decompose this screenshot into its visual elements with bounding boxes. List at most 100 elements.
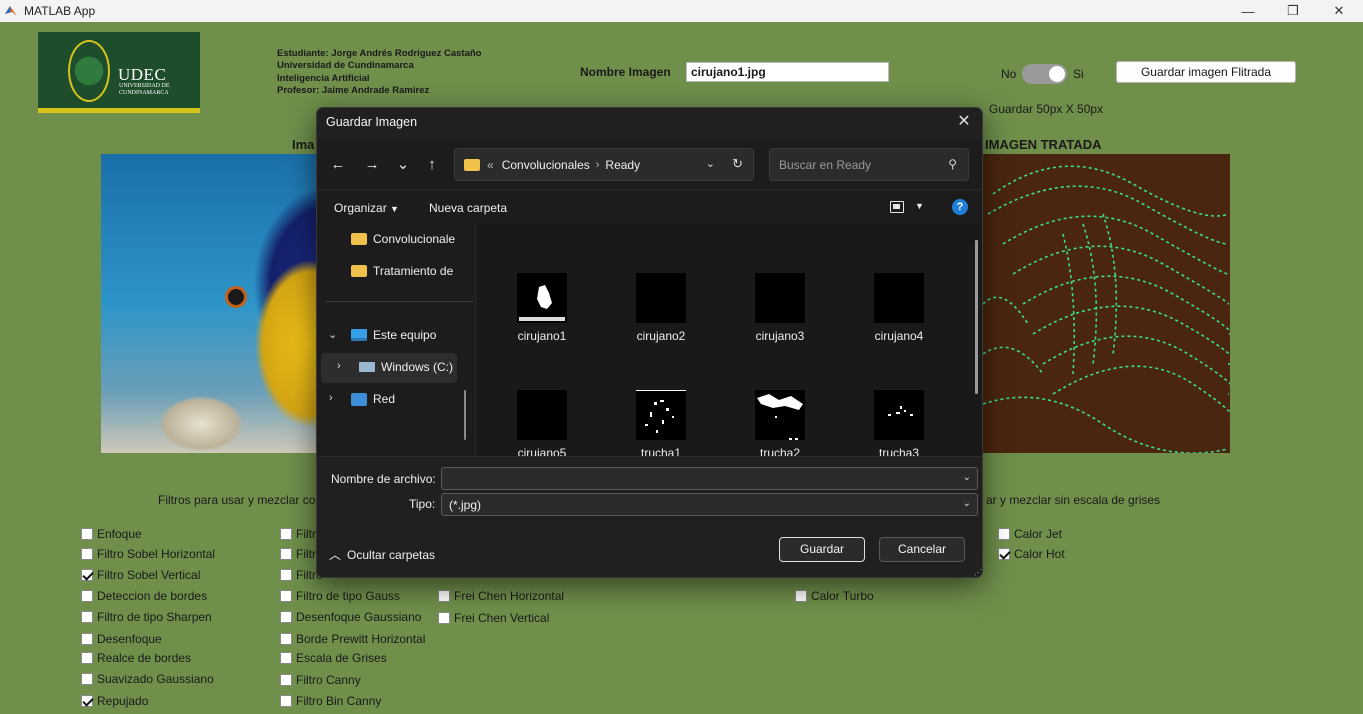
view-options-chevron-icon[interactable]: ▼	[915, 201, 924, 211]
breadcrumb-overflow[interactable]: «	[487, 158, 494, 172]
file-list-scrollbar[interactable]	[975, 240, 978, 394]
back-arrow-icon[interactable]: ←	[327, 155, 349, 175]
checkbox-box[interactable]	[81, 569, 93, 581]
filter-checkbox[interactable]: Filtr	[280, 527, 316, 541]
checkbox-box[interactable]	[81, 633, 93, 645]
file-item[interactable]: cirujano2	[613, 273, 709, 343]
organize-menu[interactable]: Organizar ▼	[334, 201, 399, 215]
checkbox-box[interactable]	[280, 611, 292, 623]
checkbox-box[interactable]	[280, 590, 292, 602]
save-button[interactable]: Guardar	[779, 537, 865, 562]
help-icon[interactable]: ?	[952, 199, 968, 215]
filter-label: Filtro de tipo Gauss	[296, 589, 401, 603]
checkbox-box[interactable]	[280, 548, 292, 560]
breadcrumb-parent[interactable]: Convolucionales	[502, 158, 590, 172]
file-item[interactable]: cirujano1	[494, 273, 590, 343]
checkbox-box[interactable]	[81, 673, 93, 685]
filter-checkbox[interactable]: Repujado	[81, 694, 148, 708]
edge-pattern	[983, 165, 1230, 453]
filter-checkbox[interactable]: Filtro de tipo Sharpen	[81, 610, 212, 624]
search-input[interactable]: Buscar en Ready ⚲	[769, 148, 969, 181]
close-window-button[interactable]: ✕	[1316, 0, 1362, 22]
maximize-button[interactable]: ❐	[1270, 0, 1316, 22]
nav-item-convolucionales[interactable]: Convolucionale	[351, 232, 471, 246]
checkbox-box[interactable]	[81, 695, 93, 707]
nav-item-tratamiento[interactable]: Tratamiento de	[351, 264, 471, 278]
filter-checkbox[interactable]: Filtro Sobel Vertical	[81, 568, 200, 582]
breadcrumb-separator: ›	[595, 158, 600, 171]
checkbox-box[interactable]	[280, 695, 292, 707]
nav-item-este-equipo[interactable]: Este equipo	[351, 328, 471, 342]
filter-checkbox[interactable]: Calor Jet	[998, 527, 1062, 541]
filter-checkbox[interactable]: Desenfoque Gaussiano	[280, 610, 421, 624]
chevron-down-icon[interactable]: ⌄	[963, 472, 971, 483]
checkbox-box[interactable]	[81, 548, 93, 560]
resize-grip-icon[interactable]: ⋰	[974, 569, 982, 577]
checkbox-box[interactable]	[280, 633, 292, 645]
checkbox-box[interactable]	[280, 674, 292, 686]
checkbox-box[interactable]	[81, 652, 93, 664]
checkbox-box[interactable]	[438, 590, 450, 602]
checkbox-box[interactable]	[998, 548, 1010, 560]
expand-chevron-icon[interactable]: ›	[337, 360, 341, 372]
new-folder-button[interactable]: Nueva carpeta	[429, 201, 507, 215]
nav-item-windows-c[interactable]: Windows (C:)	[359, 360, 471, 374]
file-item[interactable]: trucha1	[613, 390, 709, 460]
file-type-select[interactable]: (*.jpg) ⌄	[441, 493, 978, 516]
filter-checkbox[interactable]: Frei Chen Horizontal	[438, 589, 564, 603]
filter-checkbox[interactable]: Borde Prewitt Horizontal	[280, 632, 425, 646]
file-item[interactable]: cirujano4	[851, 273, 947, 343]
checkbox-box[interactable]	[81, 590, 93, 602]
filter-checkbox[interactable]: Filtro Sobel Horizontal	[81, 547, 215, 561]
filter-checkbox[interactable]: Suavizado Gaussiano	[81, 672, 214, 686]
save-size-toggle[interactable]	[1022, 64, 1067, 84]
file-item[interactable]: trucha3	[851, 390, 947, 460]
toggle-on-label: Si	[1073, 67, 1084, 81]
checkbox-box[interactable]	[81, 611, 93, 623]
address-dropdown-chevron-icon[interactable]: ⌄	[706, 157, 715, 170]
expand-chevron-icon[interactable]: ⌄	[328, 328, 337, 341]
filter-checkbox[interactable]: Filtr	[280, 547, 316, 561]
image-name-input[interactable]: cirujano1.jpg	[686, 62, 889, 82]
filter-checkbox[interactable]: Calor Hot	[998, 547, 1065, 561]
hide-folders-toggle[interactable]: ︿ Ocultar carpetas	[329, 546, 435, 563]
checkbox-box[interactable]	[280, 569, 292, 581]
nav-scrollbar[interactable]	[464, 390, 466, 440]
file-item[interactable]: trucha2	[732, 390, 828, 460]
file-item[interactable]: cirujano5	[494, 390, 590, 460]
expand-chevron-icon[interactable]: ›	[329, 392, 333, 404]
filter-checkbox[interactable]: Filtro de tipo Gauss	[280, 589, 400, 603]
filename-input[interactable]: ⌄	[441, 467, 978, 490]
filter-label: Filtr	[296, 527, 316, 541]
checkbox-box[interactable]	[795, 590, 807, 602]
close-icon[interactable]: ✕	[954, 112, 974, 132]
recent-locations-chevron-icon[interactable]: ⌄	[392, 155, 414, 175]
cancel-button[interactable]: Cancelar	[879, 537, 965, 562]
checkbox-box[interactable]	[280, 528, 292, 540]
minimize-button[interactable]: —	[1225, 0, 1271, 22]
checkbox-box[interactable]	[81, 528, 93, 540]
address-bar[interactable]: « Convolucionales › Ready ⌄ ↻	[454, 148, 754, 181]
nav-item-red[interactable]: Red	[351, 392, 471, 406]
checkbox-box[interactable]	[998, 528, 1010, 540]
checkbox-box[interactable]	[280, 652, 292, 664]
breadcrumb-current[interactable]: Ready	[605, 158, 640, 172]
up-arrow-icon[interactable]: ↑	[421, 155, 443, 175]
filter-checkbox[interactable]: Filtro Bin Canny	[280, 694, 381, 708]
file-item[interactable]: cirujano3	[732, 273, 828, 343]
view-mode-icon[interactable]	[890, 201, 904, 213]
forward-arrow-icon[interactable]: →	[361, 155, 383, 175]
file-thumbnail	[517, 390, 567, 440]
filter-checkbox[interactable]: Deteccion de bordes	[81, 589, 207, 603]
filter-checkbox[interactable]: Enfoque	[81, 527, 142, 541]
save-filtered-image-button[interactable]: Guardar imagen Flitrada	[1116, 61, 1296, 83]
filter-checkbox[interactable]: Desenfoque	[81, 632, 162, 646]
checkbox-box[interactable]	[438, 612, 450, 624]
dialog-toolbar: Organizar ▼ Nueva carpeta ▼	[317, 189, 982, 224]
filter-checkbox[interactable]: Filtro Canny	[280, 673, 361, 687]
filter-checkbox[interactable]: Frei Chen Vertical	[438, 611, 549, 625]
filter-checkbox[interactable]: Realce de bordes	[81, 651, 191, 665]
refresh-icon[interactable]: ↻	[732, 156, 743, 172]
filter-checkbox[interactable]: Escala de Grises	[280, 651, 387, 665]
filter-checkbox[interactable]: Calor Turbo	[795, 589, 874, 603]
